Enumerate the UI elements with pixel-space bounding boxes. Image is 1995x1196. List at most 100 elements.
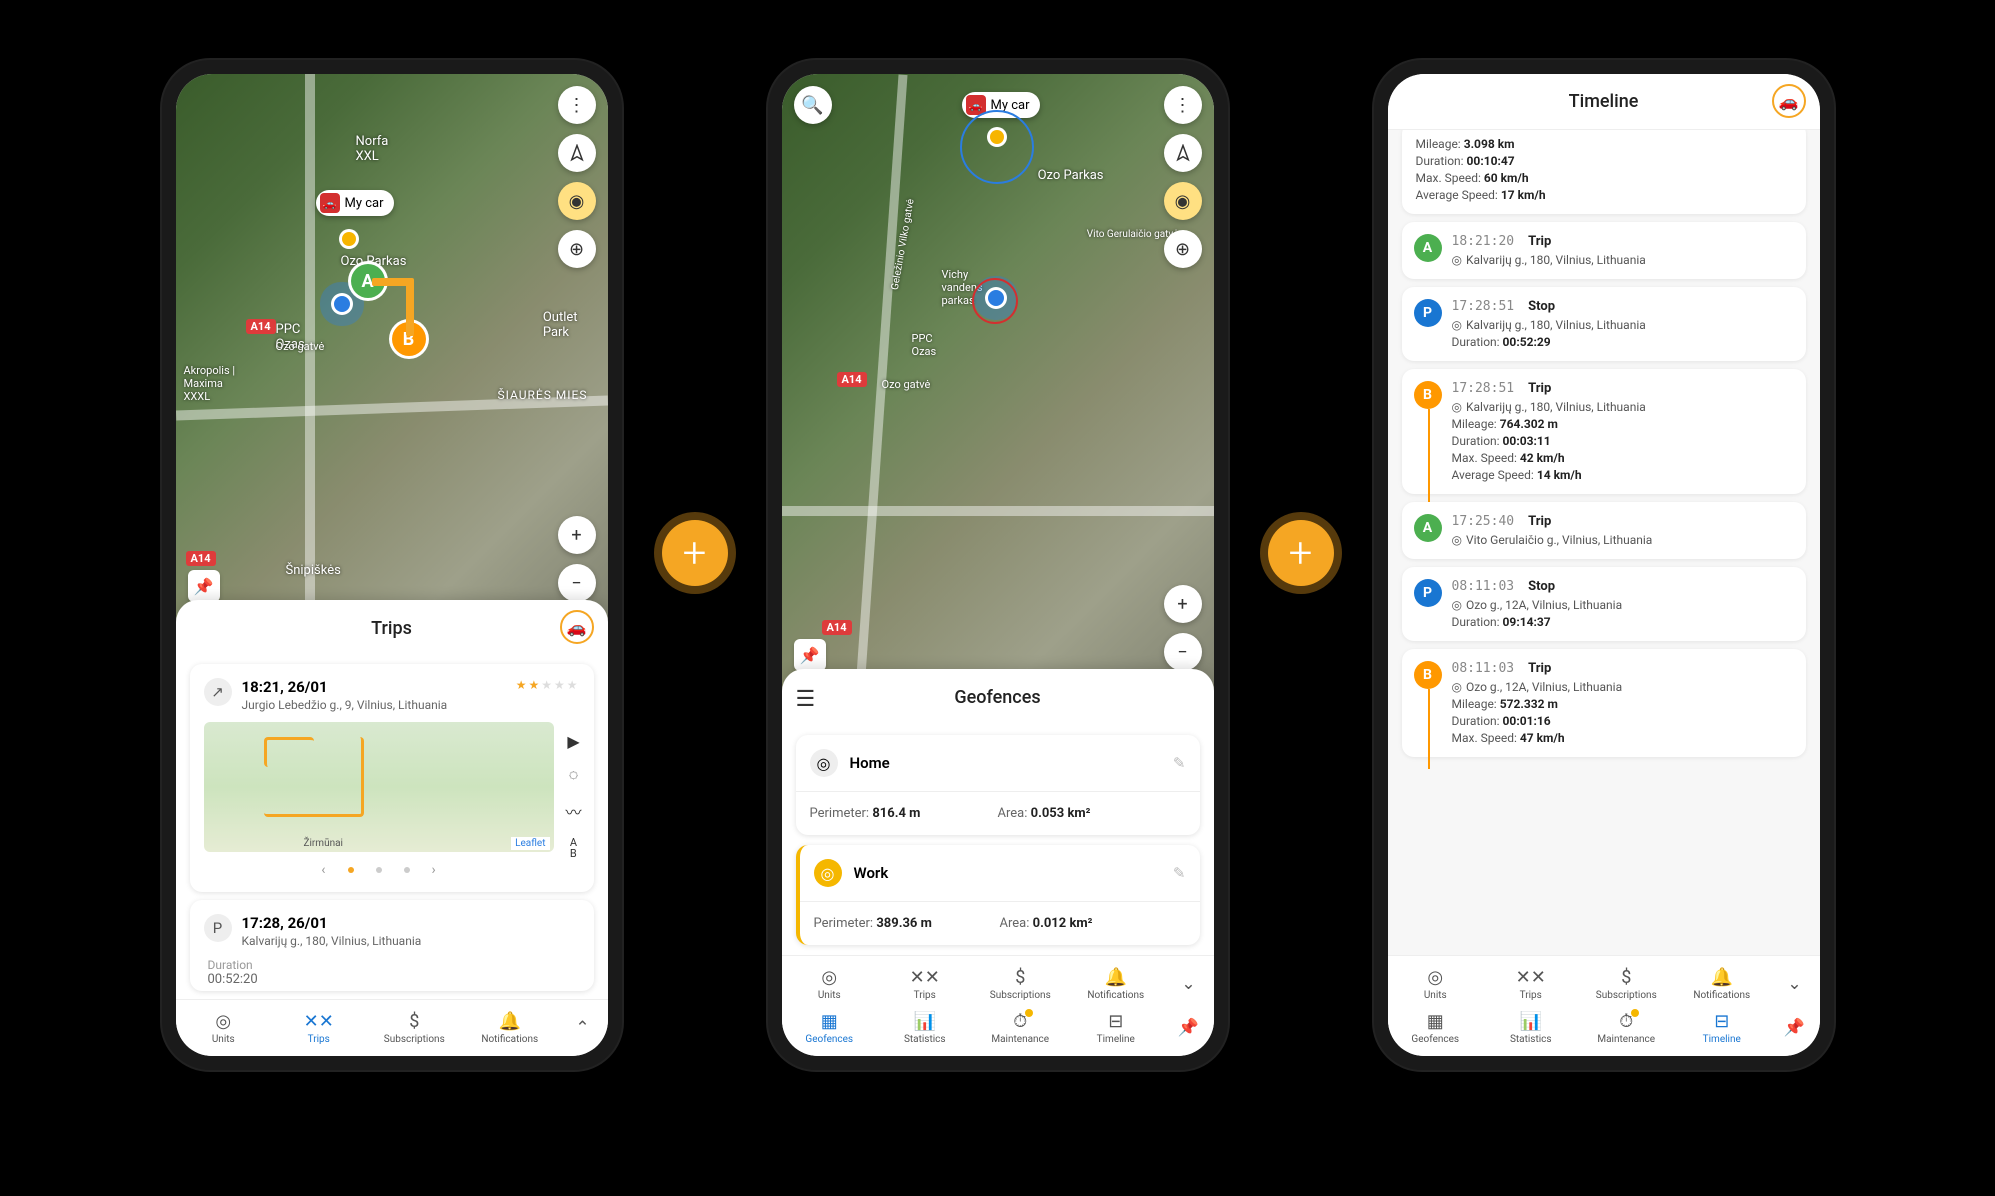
nav-subscriptions[interactable]: $Subscriptions bbox=[1579, 962, 1675, 1006]
edit-icon-2[interactable]: ✎ bbox=[1173, 864, 1186, 882]
nav-units[interactable]: ◎Units bbox=[782, 962, 878, 1006]
unit-dot bbox=[342, 232, 356, 246]
bottom-nav-3: ◎Units ✕✕Trips $Subscriptions 🔔Notificat… bbox=[1388, 955, 1820, 1056]
geofence-name-work: Work bbox=[854, 864, 1161, 882]
nav-notifications[interactable]: 🔔Notifications bbox=[1674, 962, 1770, 1006]
nav-maintenance[interactable]: ⏱Maintenance bbox=[973, 1006, 1069, 1050]
map-label-norfa: Norfa XXL bbox=[356, 134, 389, 164]
nav-timeline[interactable]: ⊟Timeline bbox=[1068, 1006, 1164, 1050]
menu-icon[interactable]: ☰ bbox=[796, 687, 816, 712]
unit-label[interactable]: 🚗 My car bbox=[316, 190, 394, 216]
event-time: 18:21:20 bbox=[1452, 234, 1515, 249]
current-location bbox=[334, 296, 350, 312]
nav-timeline[interactable]: ⊟Timeline bbox=[1674, 1006, 1770, 1050]
timeline-event[interactable]: P17:28:51Stop◎ Kalvarijų g., 180, Vilniu… bbox=[1402, 287, 1806, 361]
nav-maintenance[interactable]: ⏱Maintenance bbox=[1579, 1006, 1675, 1050]
ab-icon[interactable]: A B bbox=[570, 837, 577, 859]
nav-collapse[interactable]: ⌄ bbox=[1164, 962, 1214, 1006]
pin-button[interactable]: 📌 bbox=[188, 570, 220, 602]
map-badge-a14-3: A14 bbox=[837, 372, 867, 387]
event-stat: Duration: 00:52:29 bbox=[1452, 335, 1794, 349]
trip-thumbnail-map: Leaflet Žirmūnai bbox=[204, 722, 554, 852]
nav-statistics[interactable]: 📊Statistics bbox=[877, 1006, 973, 1050]
nav-pin-3[interactable]: 📌 bbox=[1770, 1006, 1820, 1050]
nav-units[interactable]: ◎Units bbox=[176, 1006, 272, 1050]
geofence-card-home[interactable]: ◎ Home ✎ Perimeter: 816.4 m Area: 0.053 … bbox=[796, 735, 1200, 835]
trips-panel: Trips 🚗 ★★★★★ ↗ 18:21, 26/01 Jurgio Lebe… bbox=[176, 600, 608, 999]
timeline-event[interactable]: A17:25:40Trip◎ Vito Gerulaičio g., Vilni… bbox=[1402, 502, 1806, 559]
unit-name: My car bbox=[345, 196, 384, 211]
nav-statistics[interactable]: 📊Statistics bbox=[1483, 1006, 1579, 1050]
menu-button[interactable]: ⋮ bbox=[558, 86, 596, 124]
event-stat: Max. Speed: 42 km/h bbox=[1452, 451, 1794, 465]
heading-button-2[interactable] bbox=[1164, 134, 1202, 172]
geofence-name-home: Home bbox=[850, 754, 1161, 772]
duration-value: 00:52:20 bbox=[208, 972, 580, 987]
play-icon[interactable]: ▶ bbox=[567, 732, 579, 751]
chart-icon[interactable]: 〰 bbox=[565, 799, 581, 823]
pager-prev[interactable]: ‹ bbox=[321, 862, 325, 878]
nav-geofences[interactable]: ▦Geofences bbox=[782, 1006, 878, 1050]
event-location: ◎ Kalvarijų g., 180, Vilnius, Lithuania bbox=[1452, 253, 1794, 267]
route-icon[interactable]: ◌ bbox=[569, 765, 579, 785]
pager-next[interactable]: › bbox=[432, 862, 436, 878]
event-stat: Average Speed: 17 km/h bbox=[1416, 188, 1794, 202]
car-icon: 🚗 bbox=[320, 193, 340, 213]
nav-notifications[interactable]: 🔔Notifications bbox=[462, 1006, 558, 1050]
geofence-card-work[interactable]: ◎ Work ✎ Perimeter: 389.36 m Area: 0.012… bbox=[796, 845, 1200, 945]
edit-icon[interactable]: ✎ bbox=[1173, 754, 1186, 772]
nav-geofences[interactable]: ▦Geofences bbox=[1388, 1006, 1484, 1050]
nav-subscriptions[interactable]: $Subscriptions bbox=[973, 962, 1069, 1006]
map-trips[interactable]: Norfa XXL Ozo Parkas PPC Ozas Outlet Par… bbox=[176, 74, 608, 622]
menu-button-2[interactable]: ⋮ bbox=[1164, 86, 1202, 124]
locate-button[interactable]: ⊕ bbox=[558, 230, 596, 268]
timeline-event[interactable]: B08:11:03Trip◎ Ozo g., 12A, Vilnius, Lit… bbox=[1402, 649, 1806, 757]
nav-units[interactable]: ◎Units bbox=[1388, 962, 1484, 1006]
timeline-title: Timeline bbox=[1569, 91, 1639, 112]
zoom-in-button[interactable]: + bbox=[558, 516, 596, 554]
nav-trips[interactable]: ✕✕Trips bbox=[271, 1006, 367, 1050]
nav-trips[interactable]: ✕✕Trips bbox=[1483, 962, 1579, 1006]
timeline-event[interactable]: Mileage: 3.098 kmDuration: 00:10:47Max. … bbox=[1402, 130, 1806, 214]
event-type: Trip bbox=[1528, 234, 1551, 249]
panel-title: Trips bbox=[371, 618, 412, 639]
timeline-event[interactable]: B17:28:51Trip◎ Kalvarijų g., 180, Vilniu… bbox=[1402, 369, 1806, 494]
timeline-header: Timeline 🚗 bbox=[1388, 74, 1820, 130]
toggle-button-2[interactable]: ◉ bbox=[1164, 182, 1202, 220]
map-label-ozo2: Ozo gatvė bbox=[882, 378, 931, 391]
timeline-list[interactable]: Mileage: 3.098 kmDuration: 00:10:47Max. … bbox=[1388, 130, 1820, 955]
nav-pin[interactable]: 📌 bbox=[1164, 1006, 1214, 1050]
trip-card-2[interactable]: P 17:28, 26/01 Kalvarijų g., 180, Vilniu… bbox=[190, 900, 594, 991]
toggle-button[interactable]: ◉ bbox=[558, 182, 596, 220]
timeline-event[interactable]: P08:11:03Stop◎ Ozo g., 12A, Vilnius, Lit… bbox=[1402, 567, 1806, 641]
nav-subscriptions[interactable]: $Subscriptions bbox=[367, 1006, 463, 1050]
event-time: 17:28:51 bbox=[1452, 381, 1515, 396]
map-geofences[interactable]: Ozo Parkas Vichy vandens parkas PPC Ozas… bbox=[782, 74, 1214, 691]
search-button[interactable]: 🔍 bbox=[794, 86, 832, 124]
pin-button-2[interactable]: 📌 bbox=[794, 639, 826, 671]
event-time: 17:28:51 bbox=[1452, 299, 1515, 314]
event-time: 17:25:40 bbox=[1452, 514, 1515, 529]
nav-expand[interactable]: ⌃ bbox=[558, 1006, 608, 1050]
zoom-out-button-2[interactable]: − bbox=[1164, 633, 1202, 671]
event-stat: Mileage: 3.098 km bbox=[1416, 137, 1794, 151]
event-stat: Mileage: 764.302 m bbox=[1452, 417, 1794, 431]
event-type: Trip bbox=[1528, 514, 1551, 529]
event-time: 08:11:03 bbox=[1452, 579, 1515, 594]
locate-button-2[interactable]: ⊕ bbox=[1164, 230, 1202, 268]
phone-trips: Norfa XXL Ozo Parkas PPC Ozas Outlet Par… bbox=[162, 60, 622, 1070]
nav-trips[interactable]: ✕✕Trips bbox=[877, 962, 973, 1006]
nav-collapse-3[interactable]: ⌄ bbox=[1770, 962, 1820, 1006]
event-stat: Duration: 00:03:11 bbox=[1452, 434, 1794, 448]
zoom-in-button-2[interactable]: + bbox=[1164, 585, 1202, 623]
trip-card-1[interactable]: ★★★★★ ↗ 18:21, 26/01 Jurgio Lebedžio g.,… bbox=[190, 664, 594, 892]
unit-avatar-3[interactable]: 🚗 bbox=[1772, 84, 1806, 118]
event-stat: Mileage: 572.332 m bbox=[1452, 697, 1794, 711]
event-location: ◎ Ozo g., 12A, Vilnius, Lithuania bbox=[1452, 598, 1794, 612]
timeline-event[interactable]: A18:21:20Trip◎ Kalvarijų g., 180, Vilniu… bbox=[1402, 222, 1806, 279]
event-type: Trip bbox=[1528, 661, 1551, 676]
unit-avatar[interactable]: 🚗 bbox=[560, 610, 594, 644]
heading-button[interactable] bbox=[558, 134, 596, 172]
nav-notifications[interactable]: 🔔Notifications bbox=[1068, 962, 1164, 1006]
zoom-out-button[interactable]: − bbox=[558, 564, 596, 602]
